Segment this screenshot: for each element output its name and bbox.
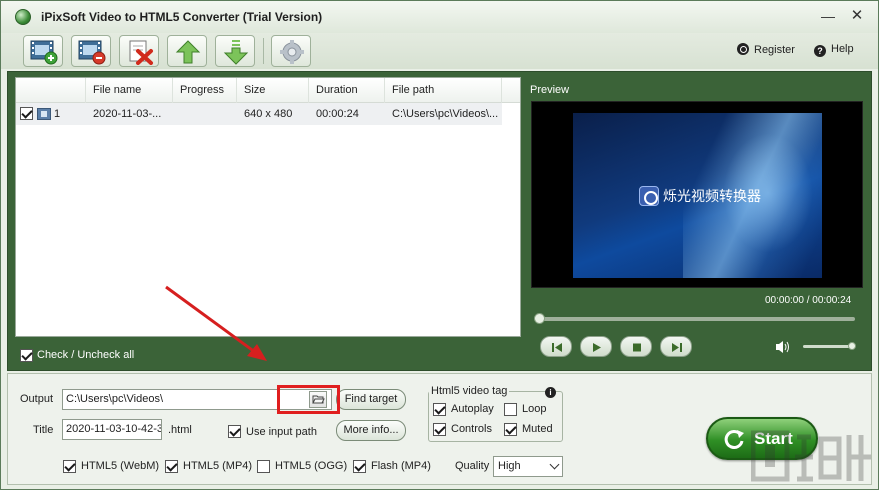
volume-handle[interactable]	[848, 342, 856, 350]
controls-label: Controls	[451, 423, 492, 435]
use-input-path-checkbox[interactable]	[228, 425, 241, 438]
watermark-logo	[751, 430, 871, 482]
check-all-checkbox[interactable]	[20, 349, 33, 362]
delete-x-icon	[129, 40, 153, 65]
video-file-icon	[37, 108, 51, 120]
column-header-file-name[interactable]: File name	[86, 78, 173, 103]
row-progress	[173, 103, 237, 125]
skip-forward-icon	[672, 343, 682, 352]
column-header-size[interactable]: Size	[237, 78, 309, 103]
remove-video-button[interactable]	[71, 35, 111, 67]
register-link[interactable]: Register	[737, 43, 795, 56]
flash-mp4-checkbox[interactable]	[353, 460, 366, 473]
row-file-path: C:\Users\pc\Videos\...	[392, 108, 499, 120]
app-window: iPixSoft Video to HTML5 Converter (Trial…	[0, 0, 879, 490]
file-list-header: File name Progress Size Duration File pa…	[16, 78, 520, 103]
chevron-down-icon	[549, 459, 560, 470]
help-label: Help	[831, 43, 854, 55]
check-all-label: Check / Uncheck all	[37, 349, 135, 361]
file-list[interactable]: File name Progress Size Duration File pa…	[15, 77, 521, 337]
window-title: iPixSoft Video to HTML5 Converter (Trial…	[41, 10, 323, 24]
help-link[interactable]: ? Help	[814, 43, 854, 57]
loop-label: Loop	[522, 403, 547, 415]
clear-list-button[interactable]	[119, 35, 159, 67]
film-add-icon	[30, 40, 58, 65]
quality-value: High	[498, 460, 521, 472]
info-icon[interactable]: i	[545, 387, 556, 398]
title-input[interactable]: 2020-11-03-10-42-3	[62, 419, 162, 440]
column-header-file-path[interactable]: File path	[385, 78, 502, 103]
settings-button[interactable]	[271, 35, 311, 67]
title-extension: .html	[168, 424, 192, 436]
muted-label: Muted	[522, 423, 553, 435]
quality-select[interactable]: High	[493, 456, 563, 477]
html5-webm-checkbox[interactable]	[63, 460, 76, 473]
next-button[interactable]	[660, 336, 692, 357]
video-caption-text: 烁光视频转换器	[663, 188, 761, 204]
html5-video-tag-title: Html5 video tag	[429, 385, 510, 397]
row-index: 1	[54, 108, 61, 120]
previous-button[interactable]	[540, 336, 572, 357]
column-header-select	[16, 78, 86, 103]
move-down-button[interactable]	[215, 35, 255, 67]
help-icon: ?	[814, 45, 826, 57]
refresh-icon	[724, 429, 744, 449]
autoplay-label: Autoplay	[451, 403, 494, 415]
column-header-duration[interactable]: Duration	[309, 78, 385, 103]
more-info-button[interactable]: More info...	[336, 420, 406, 441]
seek-handle[interactable]	[534, 313, 545, 324]
html5-mp4-checkbox[interactable]	[165, 460, 178, 473]
add-video-button[interactable]	[23, 35, 63, 67]
autoplay-checkbox[interactable]	[433, 403, 446, 416]
html5-ogg-checkbox[interactable]	[257, 460, 270, 473]
preview-label: Preview	[530, 84, 570, 96]
toolbar: Register ? Help	[1, 33, 878, 69]
controls-checkbox[interactable]	[433, 423, 446, 436]
flash-mp4-label: Flash (MP4)	[371, 460, 431, 472]
film-remove-icon	[78, 40, 106, 65]
quality-label: Quality	[455, 460, 490, 472]
find-target-button[interactable]: Find target	[336, 389, 406, 410]
table-row[interactable]: 1 2020-11-03-... 640 x 480 00:00:24 C:\U…	[16, 103, 502, 125]
title-label: Title	[33, 424, 54, 436]
video-frame: 烁光视频转换器	[573, 113, 822, 278]
row-size: 640 x 480	[244, 108, 293, 120]
video-logo-icon	[639, 186, 659, 206]
main-panel: File name Progress Size Duration File pa…	[7, 71, 872, 371]
arrow-down-icon	[223, 40, 249, 65]
arrow-up-icon	[175, 40, 201, 64]
html5-ogg-label: HTML5 (OGG)	[275, 460, 348, 472]
row-file-name: 2020-11-03-...	[93, 108, 162, 120]
gear-icon	[280, 40, 304, 64]
row-duration: 00:00:24	[316, 108, 359, 120]
stop-button[interactable]	[620, 336, 652, 357]
preview-player[interactable]: 烁光视频转换器	[531, 101, 863, 288]
close-button[interactable]: ✕	[847, 7, 867, 27]
html5-mp4-label: HTML5 (MP4)	[183, 460, 253, 472]
muted-checkbox[interactable]	[504, 423, 517, 436]
volume-icon[interactable]	[775, 340, 791, 354]
toolbar-separator	[263, 38, 264, 64]
highlight-box	[277, 385, 340, 414]
title-bar: iPixSoft Video to HTML5 Converter (Trial…	[1, 1, 878, 33]
register-label: Register	[754, 44, 795, 56]
skip-back-icon	[552, 343, 562, 352]
app-logo-icon	[15, 9, 31, 25]
row-checkbox[interactable]	[20, 107, 33, 120]
minimize-button[interactable]: —	[818, 7, 838, 27]
volume-slider[interactable]	[803, 345, 851, 348]
key-icon	[737, 43, 749, 55]
column-header-progress[interactable]: Progress	[173, 78, 237, 103]
html5-webm-label: HTML5 (WebM)	[81, 460, 160, 472]
move-up-button[interactable]	[167, 35, 207, 67]
output-label: Output	[20, 393, 54, 405]
play-button[interactable]	[580, 336, 612, 357]
stop-icon	[633, 343, 641, 352]
seek-bar[interactable]	[535, 317, 855, 321]
use-input-path-label: Use input path	[246, 426, 317, 438]
video-caption: 烁光视频转换器	[639, 185, 761, 207]
loop-checkbox[interactable]	[504, 403, 517, 416]
play-icon	[593, 343, 601, 352]
time-display: 00:00:00 / 00:00:24	[765, 295, 852, 306]
